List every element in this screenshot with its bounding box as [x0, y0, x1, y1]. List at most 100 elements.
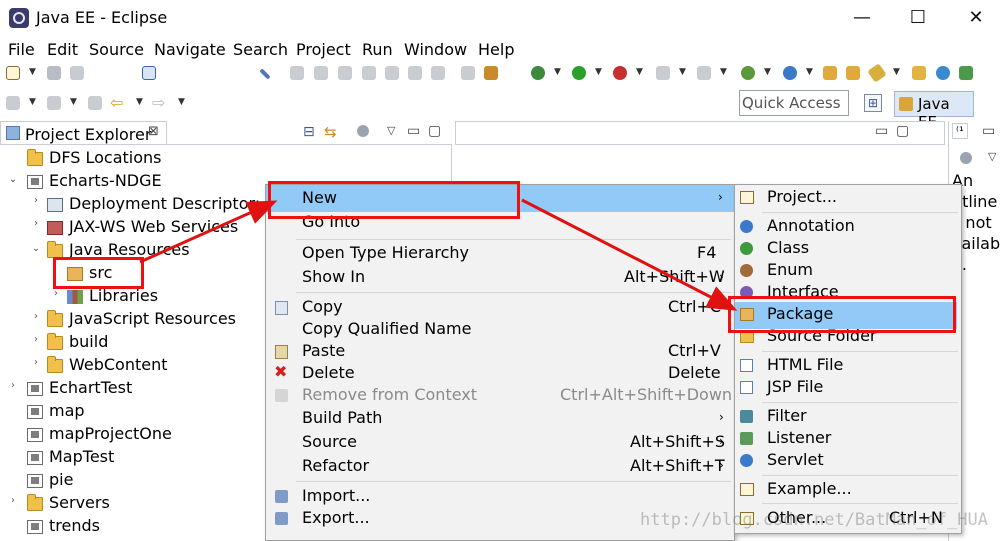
- open-perspective-icon[interactable]: [912, 66, 926, 80]
- step-return-icon[interactable]: [431, 66, 445, 80]
- save-icon[interactable]: [47, 66, 61, 80]
- menu-file[interactable]: File: [8, 38, 35, 62]
- new-class-icon[interactable]: [783, 66, 797, 80]
- minimize-button[interactable]: —: [842, 4, 882, 32]
- last-edit-location-icon[interactable]: [88, 96, 102, 110]
- menu-label-import: Import...: [302, 486, 371, 505]
- menu-navigate[interactable]: Navigate: [154, 38, 226, 62]
- chevron-right-icon[interactable]: ›: [31, 218, 41, 229]
- chevron-down-icon[interactable]: ▼: [178, 97, 185, 107]
- chevron-right-icon[interactable]: ›: [8, 380, 18, 391]
- step-over-icon[interactable]: [408, 66, 422, 80]
- collapse-all-icon[interactable]: ⊟: [303, 124, 315, 140]
- outline-filter-icon[interactable]: [960, 152, 972, 164]
- open-type-icon[interactable]: [823, 66, 837, 80]
- chevron-down-icon[interactable]: ▼: [806, 67, 813, 77]
- skip-breakpoints-icon[interactable]: [259, 68, 271, 80]
- chevron-down-icon[interactable]: ▼: [29, 67, 36, 77]
- step-into-icon[interactable]: [385, 66, 399, 80]
- suspend-icon[interactable]: [314, 66, 328, 80]
- use-step-filters-icon[interactable]: [484, 66, 498, 80]
- submenu-jsp-file[interactable]: JSP File: [767, 377, 823, 396]
- tab-project-explorer[interactable]: Project Explorer: [0, 121, 167, 145]
- submenu-annotation[interactable]: Annotation: [767, 216, 855, 235]
- new-wizard-icon[interactable]: [6, 66, 20, 80]
- menu-source[interactable]: Source: [89, 38, 144, 62]
- drop-to-frame-icon[interactable]: [461, 66, 475, 80]
- submenu-servlet[interactable]: Servlet: [767, 450, 824, 469]
- minimize-outline-icon[interactable]: ▭: [982, 123, 995, 139]
- outline-menu-icon[interactable]: ▽: [988, 150, 996, 163]
- submenu-project[interactable]: Project...: [767, 187, 837, 206]
- chevron-down-icon[interactable]: ▼: [70, 97, 77, 107]
- new-java-project-icon[interactable]: [741, 66, 755, 80]
- maximize-editor-icon[interactable]: ▢: [896, 123, 909, 139]
- maximize-view-icon[interactable]: ▢: [428, 123, 441, 139]
- submenu-filter[interactable]: Filter: [767, 406, 807, 425]
- chevron-right-icon[interactable]: ›: [31, 334, 41, 345]
- next-annotation-icon[interactable]: [6, 96, 20, 110]
- open-task-icon[interactable]: [846, 66, 860, 80]
- submenu-listener[interactable]: Listener: [767, 428, 831, 447]
- close-icon[interactable]: ⊠: [148, 124, 159, 139]
- chevron-right-icon[interactable]: ›: [31, 195, 41, 206]
- globe-icon[interactable]: [936, 66, 950, 80]
- menu-window[interactable]: Window: [404, 38, 467, 62]
- project-icon: [27, 451, 43, 465]
- run-last-tool-icon[interactable]: [613, 66, 627, 80]
- open-perspective-button[interactable]: ⊞: [864, 94, 882, 112]
- disconnect-icon[interactable]: [362, 66, 376, 80]
- chevron-down-icon[interactable]: ⌄: [8, 174, 18, 185]
- minimize-editor-icon[interactable]: ▭: [875, 123, 888, 139]
- chevron-down-icon[interactable]: ▼: [554, 67, 561, 77]
- chevron-right-icon: ›: [719, 270, 724, 284]
- chevron-down-icon[interactable]: ▼: [136, 97, 143, 107]
- menu-run[interactable]: Run: [362, 38, 393, 62]
- menu-project[interactable]: Project: [296, 38, 351, 62]
- search-icon[interactable]: [867, 63, 887, 83]
- outline-tab-icon[interactable]: ⁽¹: [952, 123, 968, 139]
- submenu-class[interactable]: Class: [767, 238, 809, 257]
- save-all-icon[interactable]: [70, 66, 84, 80]
- link-with-editor-icon[interactable]: ⇆: [324, 123, 337, 141]
- chevron-right-icon[interactable]: ›: [31, 357, 41, 368]
- external-tools-icon[interactable]: [959, 66, 973, 80]
- chevron-down-icon[interactable]: ⌄: [31, 243, 41, 254]
- maximize-button[interactable]: ☐: [898, 4, 938, 32]
- menu-edit[interactable]: Edit: [47, 38, 78, 62]
- minimize-view-icon[interactable]: ▭: [407, 123, 420, 139]
- folder-icon: [47, 356, 63, 373]
- stop-server-icon[interactable]: [656, 66, 670, 80]
- resume-icon[interactable]: [290, 66, 304, 80]
- chevron-right-icon[interactable]: ›: [8, 495, 18, 506]
- chevron-down-icon[interactable]: ▼: [29, 97, 36, 107]
- terminal-icon[interactable]: [142, 66, 156, 80]
- menu-search[interactable]: Search: [233, 38, 288, 62]
- chevron-right-icon[interactable]: ›: [51, 288, 61, 299]
- submenu-enum[interactable]: Enum: [767, 260, 813, 279]
- menu-separator: [762, 503, 958, 504]
- previous-annotation-icon[interactable]: [47, 96, 61, 110]
- forward-arrow-icon[interactable]: ⇨: [152, 93, 165, 112]
- debug-icon[interactable]: [531, 66, 545, 80]
- quick-access-input[interactable]: Quick Access: [739, 90, 849, 116]
- view-menu-icon[interactable]: ▽: [387, 124, 395, 137]
- submenu-example[interactable]: Example...: [767, 479, 852, 498]
- project-explorer-icon: [6, 126, 20, 140]
- back-arrow-icon[interactable]: ⇦: [110, 93, 123, 112]
- chevron-down-icon[interactable]: ▼: [595, 67, 602, 77]
- publish-icon[interactable]: [697, 66, 711, 80]
- chevron-down-icon[interactable]: ▼: [636, 67, 643, 77]
- chevron-down-icon[interactable]: ▼: [764, 67, 771, 77]
- chevron-down-icon[interactable]: ▼: [679, 67, 686, 77]
- submenu-html-file[interactable]: HTML File: [767, 355, 843, 374]
- window-title: Java EE - Eclipse: [36, 8, 168, 27]
- chevron-right-icon[interactable]: ›: [31, 311, 41, 322]
- filters-icon[interactable]: [357, 125, 369, 137]
- chevron-down-icon[interactable]: ▼: [720, 67, 727, 77]
- terminate-icon[interactable]: [338, 66, 352, 80]
- run-icon[interactable]: [572, 66, 586, 80]
- close-button[interactable]: ✕: [956, 4, 996, 32]
- chevron-down-icon[interactable]: ▼: [893, 67, 900, 77]
- menu-help[interactable]: Help: [478, 38, 514, 62]
